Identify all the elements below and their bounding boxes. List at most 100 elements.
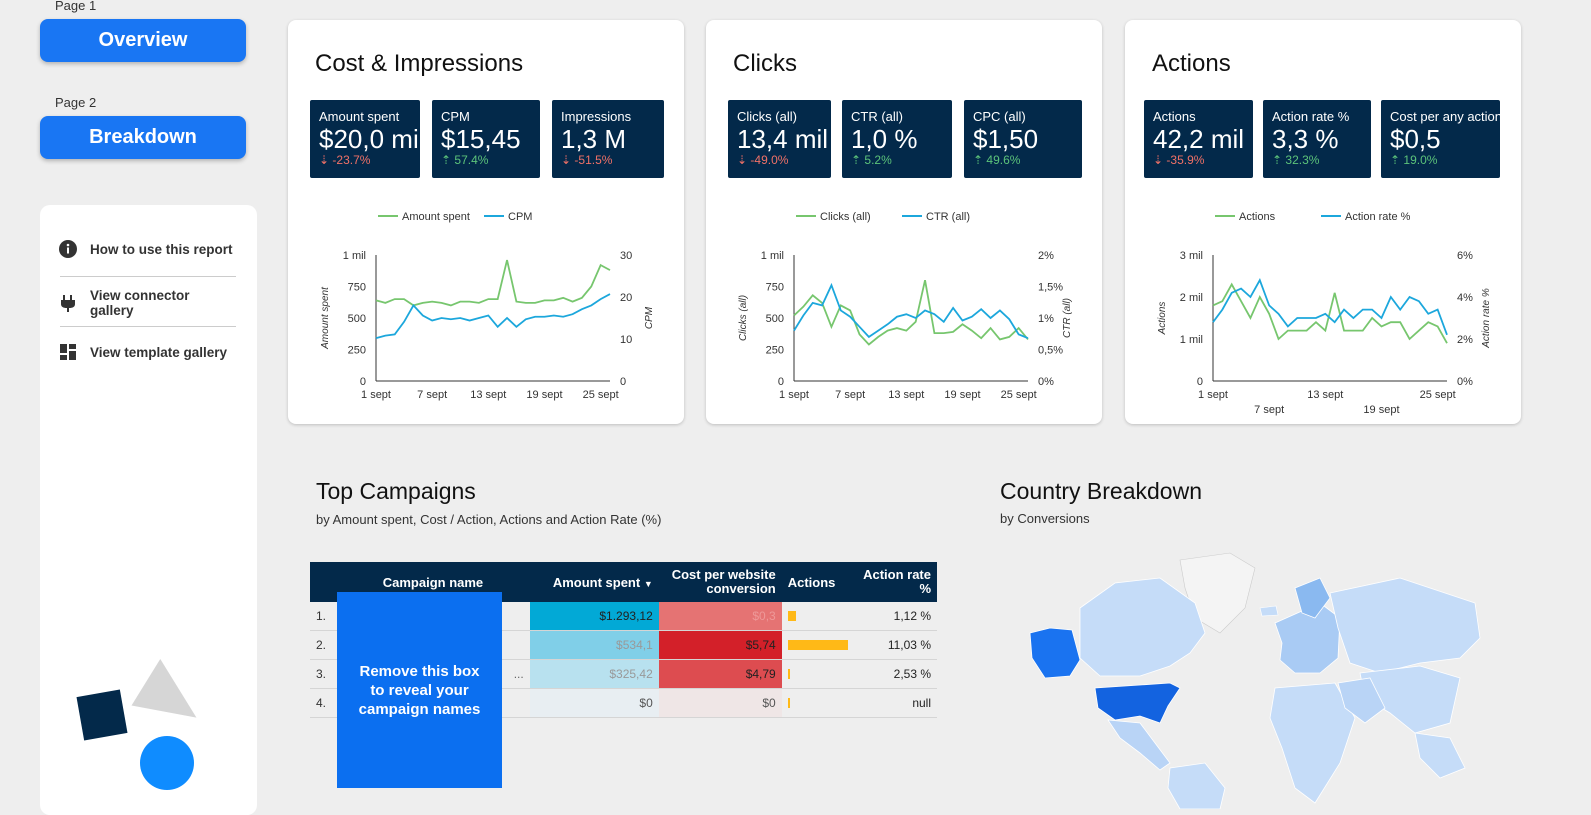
kpi-delta: ⇣ -23.7% bbox=[319, 153, 371, 167]
sidebar-item-label: View template gallery bbox=[90, 344, 228, 360]
campaign-names-cover-box[interactable]: Remove this box to reveal your campaign … bbox=[337, 592, 502, 788]
kpi-label: Impressions bbox=[561, 109, 632, 124]
y-right-axis-label: CPM bbox=[644, 306, 655, 329]
kpi-cpm: CPM $15,45 ⇡ 57.4% bbox=[432, 100, 540, 178]
decorative-shapes bbox=[76, 659, 197, 790]
kpi-value: $0,5 bbox=[1390, 124, 1441, 154]
kpi-value: 13,4 mil bbox=[737, 124, 829, 154]
y-tick-label: 0 bbox=[778, 376, 784, 388]
kpi-label: CPC (all) bbox=[973, 109, 1026, 124]
x-tick-label: 1 sept bbox=[779, 389, 809, 401]
kpi-delta: ⇣ -51.5% bbox=[561, 153, 613, 167]
top-campaigns-title: Top Campaigns bbox=[316, 478, 476, 504]
kpi-delta: ⇣ -35.9% bbox=[1153, 153, 1205, 167]
sort-desc-icon: ▼ bbox=[643, 578, 653, 589]
kpi-value: 42,2 mil bbox=[1153, 124, 1245, 154]
series-line bbox=[1212, 282, 1448, 344]
arrow-up-icon: ⇡ bbox=[1390, 153, 1401, 167]
kpi-label: CTR (all) bbox=[851, 109, 903, 124]
y-axis-label: Clicks (all) bbox=[738, 295, 749, 341]
y-tick-label: 500 bbox=[766, 313, 784, 325]
actions-cell bbox=[781, 659, 855, 689]
arrow-down-icon: ⇣ bbox=[737, 153, 748, 167]
x-tick-label: 25 sept bbox=[1001, 389, 1037, 401]
amount-cell: $0 bbox=[529, 688, 659, 718]
y-tick-label: 1 mil bbox=[1180, 334, 1203, 346]
x-tick-label: 1 sept bbox=[1198, 389, 1228, 401]
amount-cell: $325,42 bbox=[529, 659, 659, 689]
arrow-up-icon: ⇡ bbox=[973, 153, 984, 167]
kpi-delta: ⇡ 5.2% bbox=[851, 153, 892, 167]
y-tick-label: 250 bbox=[348, 345, 366, 357]
row-number: 1. bbox=[310, 602, 337, 631]
y-tick-label: 500 bbox=[348, 313, 366, 325]
cost-cell: $5,74 bbox=[658, 630, 782, 660]
x-tick-label: 19 sept bbox=[944, 389, 980, 401]
overview-button[interactable]: Overview bbox=[40, 19, 246, 62]
col-rownum bbox=[310, 562, 337, 602]
kpi-label: Actions bbox=[1153, 109, 1196, 124]
country-breakdown-title: Country Breakdown bbox=[1000, 478, 1202, 504]
kpi-cpc: CPC (all) $1,50 ⇡ 49.6% bbox=[964, 100, 1082, 178]
kpi-delta: ⇡ 19.0% bbox=[1390, 153, 1438, 167]
kpi-value: 1,3 M bbox=[561, 124, 627, 154]
cost-impressions-card: Cost & Impressions Amount spent $20,0 mi… bbox=[288, 20, 684, 424]
legend-label: Clicks (all) bbox=[820, 211, 871, 223]
y-right-axis-label: CTR (all) bbox=[1062, 298, 1073, 338]
kpi-delta: ⇡ 57.4% bbox=[441, 153, 489, 167]
x-tick-label: 7 sept bbox=[1254, 404, 1284, 416]
cost-cell: $4,79 bbox=[658, 659, 782, 689]
kpi-value: $1,50 bbox=[973, 124, 1039, 154]
y-tick-label: 250 bbox=[766, 345, 784, 357]
row-number: 4. bbox=[310, 688, 337, 718]
sidebar-item-template-gallery[interactable]: View template gallery bbox=[58, 332, 236, 372]
y-right-tick-label: 1,5% bbox=[1038, 282, 1063, 294]
actions-bar bbox=[787, 640, 848, 650]
kpi-actions: Actions 42,2 mil ⇣ -35.9% bbox=[1144, 100, 1253, 178]
col-actions[interactable]: Actions bbox=[781, 562, 855, 602]
arrow-up-icon: ⇡ bbox=[1272, 153, 1283, 167]
series-line bbox=[1212, 278, 1448, 336]
y-right-tick-label: 10 bbox=[620, 334, 632, 346]
plug-icon bbox=[58, 293, 78, 313]
x-tick-label: 7 sept bbox=[417, 389, 447, 401]
y-tick-label: 0 bbox=[1197, 376, 1203, 388]
y-tick-label: 3 mil bbox=[1180, 250, 1203, 262]
kpi-value: $20,0 mil bbox=[319, 124, 420, 154]
sidebar-item-how-to-use[interactable]: How to use this report bbox=[58, 229, 236, 269]
legend-label: Action rate % bbox=[1345, 211, 1411, 223]
y-right-tick-label: 30 bbox=[620, 250, 632, 262]
col-action-rate[interactable]: Action rate % bbox=[854, 562, 937, 602]
legend-label: CTR (all) bbox=[926, 211, 970, 223]
amount-cell: $534,1 bbox=[529, 630, 659, 660]
rate-cell: 1,12 % bbox=[854, 602, 937, 631]
y-axis-label: Actions bbox=[1157, 302, 1168, 336]
kpi-delta: ⇡ 32.3% bbox=[1272, 153, 1320, 167]
y-right-tick-label: 0% bbox=[1038, 376, 1054, 388]
y-tick-label: 1 mil bbox=[343, 250, 366, 262]
kpi-clicks: Clicks (all) 13,4 mil ⇣ -49.0% bbox=[728, 100, 831, 178]
row-number: 3. bbox=[310, 659, 337, 689]
rate-cell: 11,03 % bbox=[854, 630, 937, 660]
card-title: Cost & Impressions bbox=[315, 50, 524, 77]
y-axis-label: Amount spent bbox=[320, 286, 331, 350]
world-map[interactable] bbox=[1020, 548, 1490, 809]
actions-cell bbox=[781, 602, 855, 631]
sidebar-panel: How to use this report View connector ga… bbox=[40, 205, 257, 815]
sidebar-item-label: View connector gallery bbox=[90, 288, 190, 318]
actions-bar bbox=[787, 669, 790, 679]
y-right-tick-label: 1% bbox=[1038, 313, 1054, 325]
y-tick-label: 750 bbox=[766, 282, 784, 294]
amount-cell: $1.293,12 bbox=[529, 602, 659, 631]
sidebar-item-connector-gallery[interactable]: View connector gallery bbox=[58, 283, 236, 323]
y-right-tick-label: 6% bbox=[1457, 250, 1473, 262]
col-amount-spent[interactable]: Amount spent ▼ bbox=[529, 562, 659, 602]
cost-cell: $0,3 bbox=[658, 602, 782, 631]
x-tick-label: 25 sept bbox=[583, 389, 619, 401]
arrow-up-icon: ⇡ bbox=[851, 153, 862, 167]
col-cost-per-conversion[interactable]: Cost per website conversion bbox=[658, 562, 782, 602]
info-icon bbox=[58, 239, 78, 259]
kpi-cost-per-action: Cost per any action $0,5 ⇡ 19.0% bbox=[1381, 100, 1500, 178]
breakdown-button[interactable]: Breakdown bbox=[40, 116, 246, 159]
y-right-tick-label: 0,5% bbox=[1038, 345, 1063, 357]
